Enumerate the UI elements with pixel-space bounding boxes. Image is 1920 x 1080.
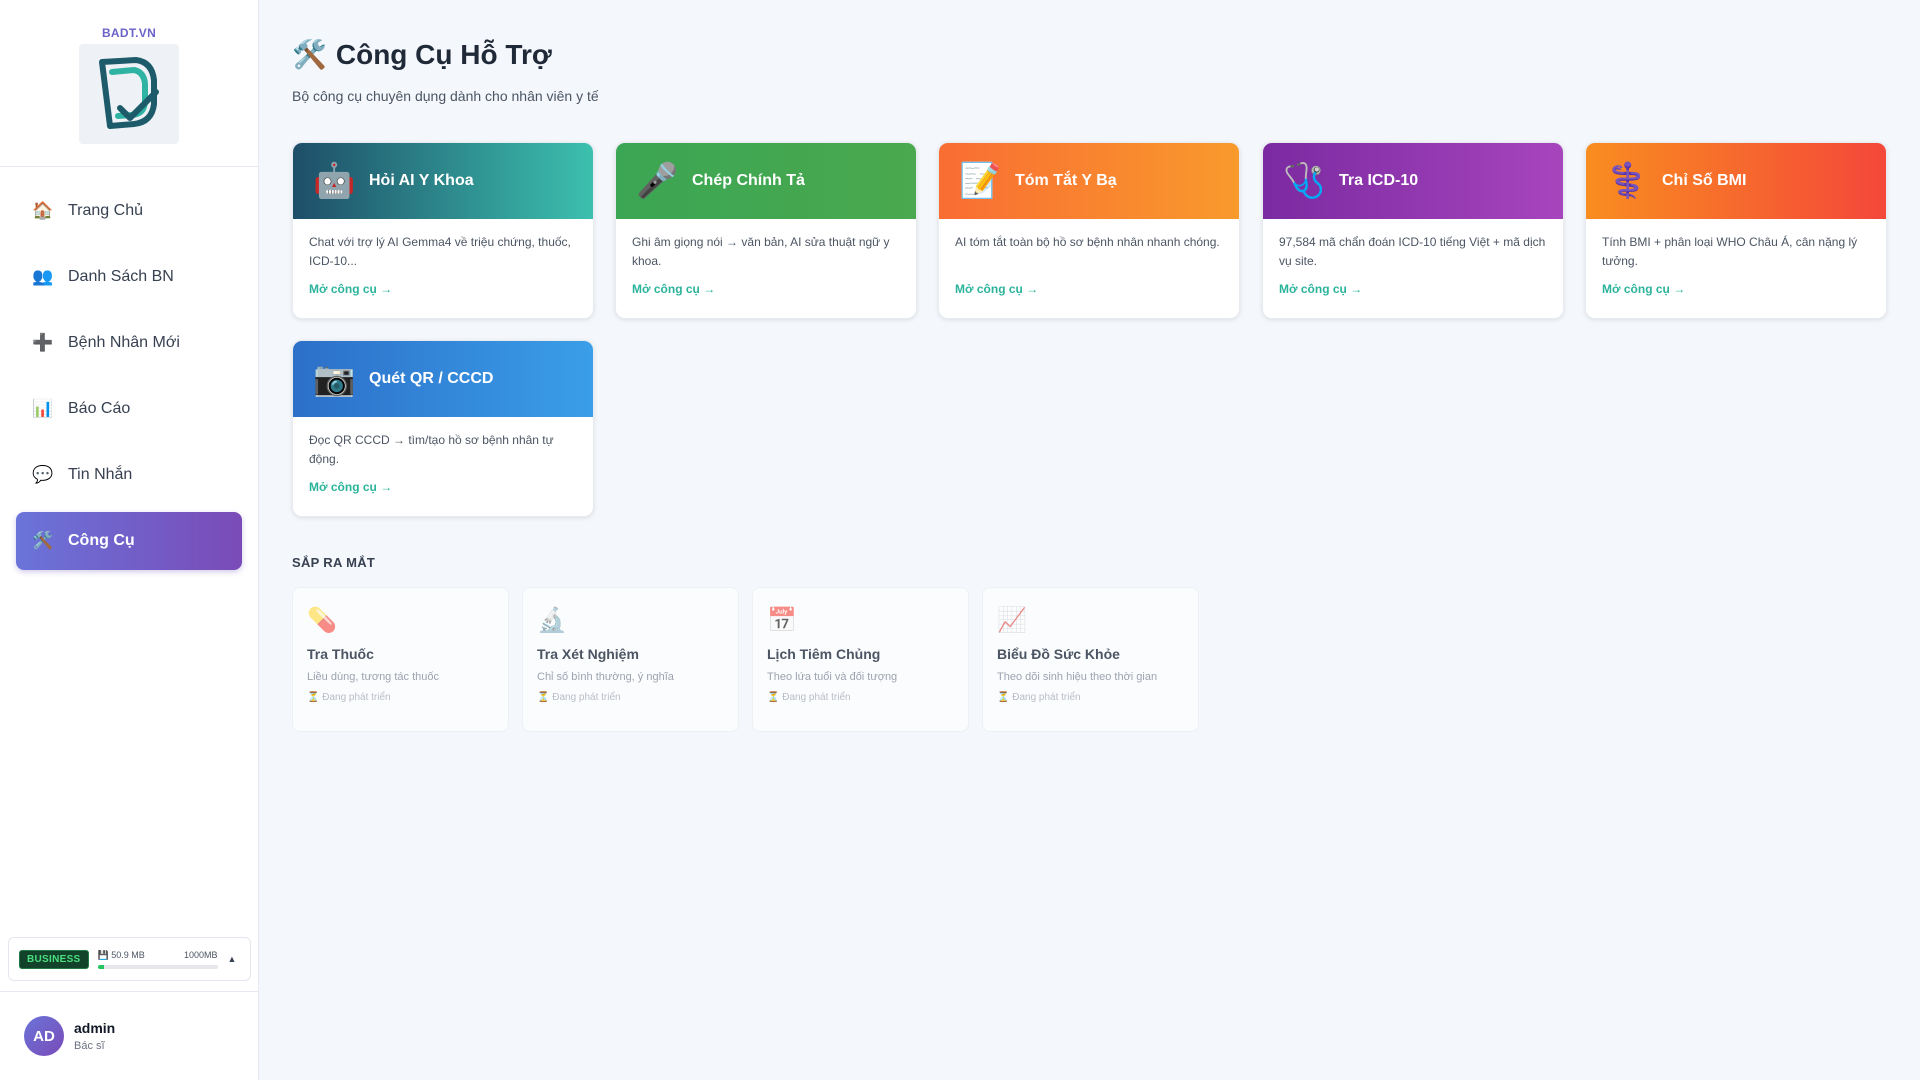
stethoscope-icon: 🩺	[1283, 162, 1326, 200]
brand-name: BADT.VN	[101, 26, 157, 40]
page-title: 🛠️ Công Cụ Hỗ Trợ	[292, 38, 552, 71]
upcoming-description: Chỉ số bình thường, ý nghĩa	[537, 671, 674, 683]
tool-card-icd10[interactable]: 🩺 Tra ICD-10 97,584 mã chẩn đoán ICD-10 …	[1262, 142, 1564, 319]
upcoming-status: ⏳ Đang phát triển	[767, 692, 851, 703]
brand-logo[interactable]	[79, 44, 179, 144]
bar-chart-icon: 📊	[32, 399, 54, 418]
sidebar-nav: 🏠 Trang Chủ 👥 Danh Sách BN ➕ Bệnh Nhân M…	[0, 167, 258, 570]
camera-icon: 📷	[313, 360, 356, 398]
avatar[interactable]: AD	[24, 1016, 64, 1056]
storage-progress-bar	[97, 964, 218, 969]
tool-description: Tính BMI + phân loại WHO Châu Á, cân nặn…	[1602, 235, 1858, 268]
upcoming-title: Tra Thuốc	[307, 646, 374, 662]
plan-badge: BUSINESS	[19, 949, 89, 969]
storage-used: 💾 50.9 MB	[97, 949, 145, 960]
upcoming-section-label: SẮP RA MẮT	[292, 555, 376, 570]
tool-description: 97,584 mã chẩn đoán ICD-10 tiếng Việt + …	[1279, 235, 1546, 268]
tool-description: Đọc QR CCCD → tìm/tạo hồ sơ bệnh nhân tự…	[309, 433, 554, 466]
upcoming-status: ⏳ Đang phát triển	[997, 692, 1081, 703]
upcoming-status: ⏳ Đang phát triển	[307, 692, 391, 703]
tool-title: Tra ICD-10	[1339, 172, 1419, 189]
tool-card-bmi[interactable]: ⚕️ Chỉ Số BMI Tính BMI + phân loại WHO C…	[1585, 142, 1887, 319]
open-tool-link[interactable]: Mở công cụ →	[1602, 282, 1870, 296]
tool-title: Tóm Tắt Y Bạ	[1015, 172, 1117, 189]
storage-progress-fill	[97, 964, 104, 969]
sidebar-item-new-patient[interactable]: ➕ Bệnh Nhân Mới	[16, 314, 242, 372]
upcoming-description: Liều dùng, tương tác thuốc	[307, 671, 439, 683]
sidebar-item-label: Bệnh Nhân Mới	[68, 334, 180, 351]
upcoming-card-lab-tests: 🔬 Tra Xét Nghiệm Chỉ số bình thường, ý n…	[522, 587, 739, 732]
tool-card-qr-scan[interactable]: 📷 Quét QR / CCCD Đọc QR CCCD → tìm/tạo h…	[292, 340, 594, 517]
page-title-text: Công Cụ Hỗ Trợ	[335, 38, 552, 70]
calendar-icon: 📅	[767, 607, 797, 634]
tool-title: Hỏi AI Y Khoa	[369, 172, 474, 189]
line-chart-icon: 📈	[997, 607, 1027, 634]
tool-title: Quét QR / CCCD	[369, 370, 494, 387]
upcoming-card-vaccination: 📅 Lịch Tiêm Chủng Theo lứa tuổi và đối t…	[752, 587, 969, 732]
sidebar-item-label: Tin Nhắn	[68, 466, 133, 483]
home-icon: 🏠	[32, 201, 54, 220]
user-role: Bác sĩ	[74, 1040, 105, 1052]
sidebar-item-patient-list[interactable]: 👥 Danh Sách BN	[16, 248, 242, 306]
sidebar-item-label: Báo Cáo	[68, 400, 131, 417]
chevron-up-icon[interactable]: ▲	[228, 954, 237, 964]
sidebar-item-messages[interactable]: 💬 Tin Nhắn	[16, 446, 242, 504]
sidebar-item-reports[interactable]: 📊 Báo Cáo	[16, 380, 242, 438]
brand[interactable]: BADT.VN	[0, 0, 258, 167]
open-tool-link[interactable]: Mở công cụ →	[1279, 282, 1547, 296]
upcoming-card-health-chart: 📈 Biểu Đồ Sức Khỏe Theo dõi sinh hiệu th…	[982, 587, 1199, 732]
tool-description: AI tóm tắt toàn bộ hồ sơ bệnh nhân nhanh…	[955, 235, 1220, 249]
microphone-icon: 🎤	[636, 162, 679, 200]
upcoming-title: Lịch Tiêm Chủng	[767, 646, 881, 662]
tool-description: Ghi âm giọng nói → văn bản, AI sửa thuật…	[632, 235, 890, 268]
open-tool-link[interactable]: Mở công cụ →	[309, 282, 577, 296]
memo-icon: 📝	[959, 162, 1002, 200]
open-tool-link[interactable]: Mở công cụ →	[632, 282, 900, 296]
storage-plan[interactable]: BUSINESS 💾 50.9 MB 1000MB ▲	[8, 937, 251, 981]
open-tool-link[interactable]: Mở công cụ →	[309, 480, 577, 494]
open-tool-link[interactable]: Mở công cụ →	[955, 282, 1223, 296]
tool-title: Chép Chính Tả	[692, 172, 805, 189]
upcoming-title: Biểu Đồ Sức Khỏe	[997, 646, 1120, 662]
logo-icon	[99, 57, 159, 129]
sidebar-item-label: Danh Sách BN	[68, 268, 174, 285]
sidebar-item-label: Công Cụ	[68, 532, 135, 549]
tool-card-record-summary[interactable]: 📝 Tóm Tắt Y Bạ AI tóm tắt toàn bộ hồ sơ …	[938, 142, 1240, 319]
storage-usage: 💾 50.9 MB 1000MB	[97, 949, 218, 969]
microscope-icon: 🔬	[537, 607, 567, 634]
tool-card-ai-medical[interactable]: 🤖 Hỏi AI Y Khoa Chat với trợ lý AI Gemma…	[292, 142, 594, 319]
upcoming-description: Theo lứa tuổi và đối tượng	[767, 671, 898, 683]
sidebar-item-home[interactable]: 🏠 Trang Chủ	[16, 182, 242, 240]
sidebar: BADT.VN 🏠 Trang Chủ 👥 Danh Sách BN ➕ Bện…	[0, 0, 259, 1080]
tool-card-dictation[interactable]: 🎤 Chép Chính Tả Ghi âm giọng nói → văn b…	[615, 142, 917, 319]
sidebar-item-tools[interactable]: 🛠️ Công Cụ	[16, 512, 242, 570]
user-profile[interactable]: AD admin Bác sĩ	[0, 991, 259, 1080]
tool-description: Chat với trợ lý AI Gemma4 về triệu chứng…	[309, 235, 571, 268]
robot-icon: 🤖	[313, 162, 356, 200]
tool-title: Chỉ Số BMI	[1662, 172, 1747, 189]
caduceus-icon: ⚕️	[1606, 162, 1649, 200]
upcoming-description: Theo dõi sinh hiệu theo thời gian	[997, 671, 1158, 683]
upcoming-status: ⏳ Đang phát triển	[537, 692, 621, 703]
tools-icon: 🛠️	[292, 39, 327, 70]
sidebar-item-label: Trang Chủ	[68, 202, 143, 219]
users-icon: 👥	[32, 267, 54, 286]
plus-icon: ➕	[32, 333, 54, 352]
storage-total: 1000MB	[184, 949, 218, 960]
page-subtitle: Bộ công cụ chuyên dụng dành cho nhân viê…	[292, 88, 599, 104]
upcoming-card-drug-lookup: 💊 Tra Thuốc Liều dùng, tương tác thuốc ⏳…	[292, 587, 509, 732]
pill-icon: 💊	[307, 607, 337, 634]
tools-icon: 🛠️	[32, 531, 54, 550]
user-name: admin	[74, 1020, 116, 1036]
upcoming-title: Tra Xét Nghiệm	[537, 646, 639, 662]
chat-bubble-icon: 💬	[32, 465, 54, 484]
